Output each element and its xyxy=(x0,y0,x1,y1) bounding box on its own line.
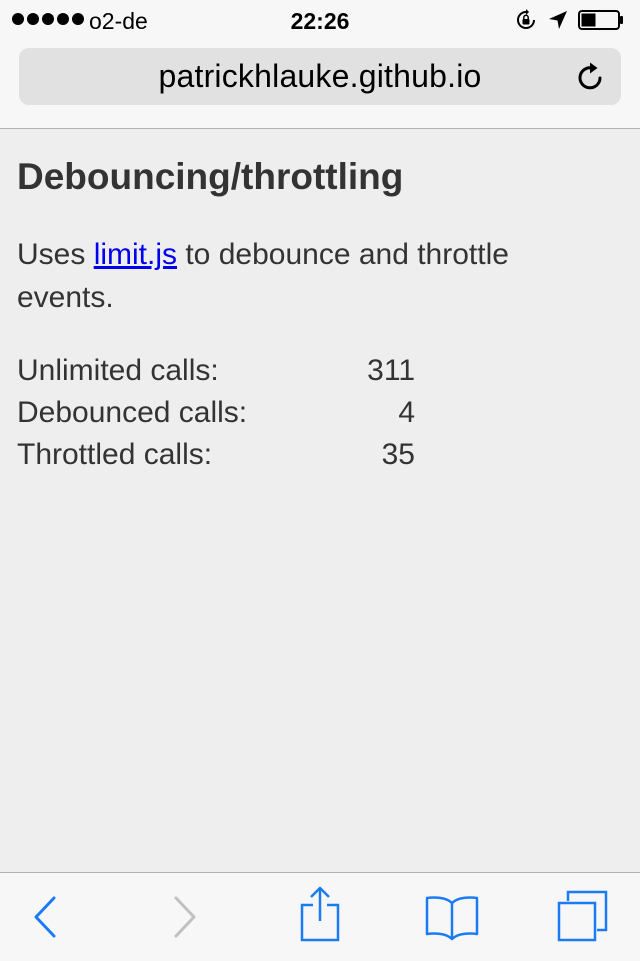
back-button[interactable] xyxy=(4,873,84,961)
stats-value: 4 xyxy=(398,396,415,429)
url-text[interactable]: patrickhlauke.github.io xyxy=(19,48,621,105)
forward-button[interactable] xyxy=(146,873,226,961)
bookmarks-button[interactable] xyxy=(412,873,492,961)
stats-row-unlimited: Unlimited calls: 311 xyxy=(17,350,415,392)
stats-label: Debounced calls: xyxy=(17,396,248,429)
battery-icon xyxy=(578,10,623,30)
page-title: Debouncing/throttling xyxy=(17,156,404,197)
location-arrow-icon xyxy=(549,11,567,29)
reload-icon[interactable] xyxy=(576,62,606,92)
status-bar: o2-de 22:26 xyxy=(0,0,640,40)
stats-label: Throttled calls: xyxy=(17,438,213,471)
stats-row-throttled: Throttled calls: 35 xyxy=(17,434,415,476)
bottom-toolbar xyxy=(0,872,640,961)
stats-value: 35 xyxy=(381,438,415,471)
call-stats-table: Unlimited calls: 311 Debounced calls: 4 … xyxy=(17,350,415,476)
bookmarks-icon xyxy=(425,896,479,941)
url-field[interactable]: patrickhlauke.github.io xyxy=(19,48,621,105)
share-icon xyxy=(300,886,340,942)
forward-icon xyxy=(174,896,196,938)
intro-prefix: Uses xyxy=(17,238,94,271)
tabs-icon xyxy=(557,890,608,942)
address-bar: patrickhlauke.github.io xyxy=(0,40,640,129)
back-icon xyxy=(34,896,56,938)
tabs-button[interactable] xyxy=(544,873,624,961)
share-button[interactable] xyxy=(280,873,360,961)
stats-row-debounced: Debounced calls: 4 xyxy=(17,392,415,434)
intro-text: Uses limit.js to debounce and throttle e… xyxy=(17,233,577,319)
stats-value: 311 xyxy=(367,354,415,387)
limitjs-link[interactable]: limit.js xyxy=(94,238,177,271)
rotation-lock-icon xyxy=(517,9,535,29)
status-time: 22:26 xyxy=(290,8,350,34)
stats-label: Unlimited calls: xyxy=(17,354,219,387)
